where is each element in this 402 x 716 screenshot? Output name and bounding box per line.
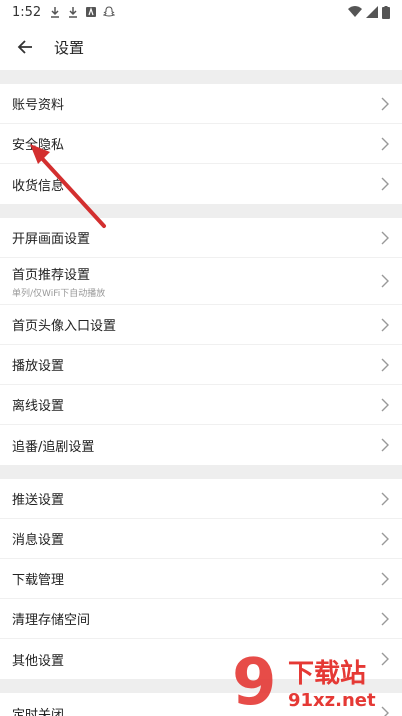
arrow-left-icon <box>17 40 32 54</box>
watermark-site-url: 91xz.net <box>288 690 376 711</box>
chevron-right-icon <box>381 572 389 585</box>
app-notification-icon <box>86 7 97 17</box>
settings-item-messages[interactable]: 消息设置 <box>0 519 402 559</box>
settings-item-label: 推送设置 <box>12 493 65 508</box>
chevron-right-icon <box>381 231 389 244</box>
settings-item-push[interactable]: 推送设置 <box>0 479 402 519</box>
settings-item-account-profile[interactable]: 账号资料 <box>0 84 402 124</box>
settings-item-clear-storage[interactable]: 清理存储空间 <box>0 599 402 639</box>
back-button[interactable] <box>14 36 36 58</box>
settings-item-playback[interactable]: 播放设置 <box>0 345 402 385</box>
chevron-right-icon <box>381 398 389 411</box>
settings-item-texts: 首页推荐设置 单列/仅WiFi下自动播放 <box>12 264 105 299</box>
chevron-right-icon <box>381 318 389 331</box>
settings-item-label: 追番/追剧设置 <box>12 439 95 455</box>
settings-group-display: 开屏画面设置 首页推荐设置 单列/仅WiFi下自动播放 首页头像入口设置 播放设… <box>0 218 402 465</box>
battery-icon <box>382 5 390 19</box>
app-bar: 设置 <box>0 24 402 70</box>
status-bar: 1:52 <box>0 0 402 24</box>
settings-item-label: 播放设置 <box>12 359 65 374</box>
chevron-right-icon <box>381 137 389 150</box>
chevron-right-icon <box>381 532 389 545</box>
status-time: 1:52 <box>12 4 42 20</box>
status-right <box>348 5 390 19</box>
settings-item-label: 定时关闭 <box>12 707 65 716</box>
settings-item-follow-series[interactable]: 追番/追剧设置 <box>0 425 402 465</box>
download-icon <box>51 7 60 18</box>
watermark-brand: 9 <box>232 648 277 712</box>
settings-item-label: 消息设置 <box>12 533 65 548</box>
settings-item-download-manager[interactable]: 下载管理 <box>0 559 402 599</box>
settings-item-home-recommend[interactable]: 首页推荐设置 单列/仅WiFi下自动播放 <box>0 258 402 305</box>
download-icon <box>69 7 78 18</box>
settings-item-label: 开屏画面设置 <box>12 232 91 247</box>
wifi-icon <box>348 6 362 17</box>
settings-item-subtitle: 单列/仅WiFi下自动播放 <box>12 288 106 299</box>
settings-item-label: 离线设置 <box>12 399 65 414</box>
annotation-arrow-icon <box>30 144 106 228</box>
settings-item-label: 其他设置 <box>12 653 65 669</box>
chevron-right-icon <box>381 492 389 505</box>
watermark-logo: 9 下载站 91xz.net <box>232 648 376 712</box>
chevron-right-icon <box>381 177 389 191</box>
page-title: 设置 <box>54 38 85 57</box>
settings-item-label: 首页头像入口设置 <box>12 319 117 334</box>
settings-item-label: 账号资料 <box>12 98 65 113</box>
watermark-site-cn: 下载站 <box>288 659 366 689</box>
snapchat-icon <box>103 6 116 17</box>
chevron-right-icon <box>381 274 389 288</box>
settings-item-home-avatar-entry[interactable]: 首页头像入口设置 <box>0 305 402 345</box>
settings-item-label: 下载管理 <box>12 573 65 588</box>
settings-item-offline[interactable]: 离线设置 <box>0 385 402 425</box>
settings-item-label: 首页推荐设置 <box>12 267 91 283</box>
signal-icon <box>366 6 378 18</box>
chevron-right-icon <box>381 97 389 110</box>
chevron-right-icon <box>381 612 389 625</box>
chevron-right-icon <box>381 358 389 371</box>
chevron-right-icon <box>381 438 389 452</box>
settings-item-label: 清理存储空间 <box>12 613 91 628</box>
